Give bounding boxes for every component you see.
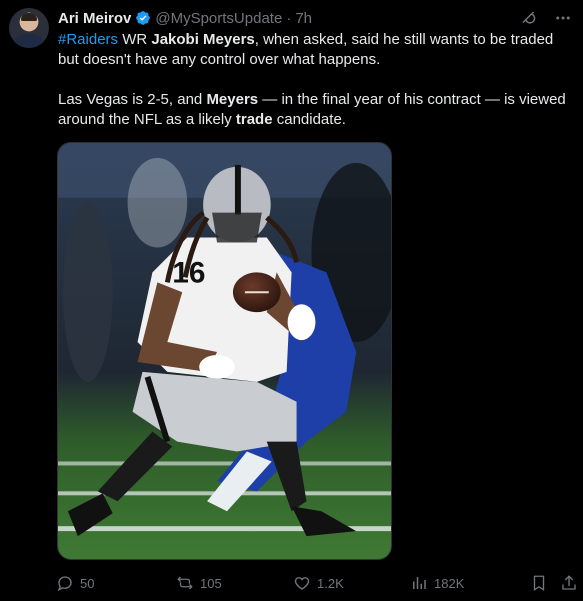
bookmark-icon: [533, 575, 545, 592]
tweet-text: #Raiders WR Jakobi Meyers, when asked, s…: [58, 30, 578, 130]
bold-text: trade: [235, 111, 273, 128]
jersey-number: 16: [172, 256, 205, 289]
tweet-header: Ari Meirov @MySportsUpdate · 7h: [58, 9, 312, 27]
football-photo-illustration: 16: [58, 143, 391, 559]
repost-count: 105: [200, 575, 222, 591]
avatar-suit: [13, 34, 45, 48]
verified-badge-icon: [135, 10, 151, 26]
tweet-actions-bar: 50 105 1.2K 182K: [56, 572, 578, 594]
grok-icon[interactable]: [519, 8, 539, 28]
like-icon: [294, 577, 310, 590]
text-segment: WR: [118, 31, 152, 48]
reply-button[interactable]: 50: [56, 574, 176, 592]
like-count: 1.2K: [317, 575, 344, 591]
reply-count: 50: [80, 575, 95, 591]
bookmark-button[interactable]: [530, 574, 548, 592]
tweet-paragraph-1: #Raiders WR Jakobi Meyers, when asked, s…: [58, 30, 578, 70]
tweet-photo[interactable]: 16: [57, 142, 392, 560]
avatar-hair: [21, 13, 37, 21]
top-right-actions: [519, 8, 573, 28]
tweet-paragraph-2: Las Vegas is 2-5, and Meyers — in the fi…: [58, 90, 578, 130]
reply-icon: [57, 576, 72, 592]
more-icon[interactable]: [553, 8, 573, 28]
text-segment: candidate.: [272, 111, 346, 128]
repost-button[interactable]: 105: [176, 574, 293, 592]
bold-text: Meyers: [206, 91, 259, 108]
repost-icon: [177, 576, 193, 590]
like-button[interactable]: 1.2K: [293, 574, 410, 592]
author-avatar[interactable]: [9, 8, 49, 48]
author-name[interactable]: Ari Meirov: [58, 10, 131, 27]
views-icon: [413, 577, 426, 589]
right-actions: [530, 574, 578, 592]
views-button[interactable]: 182K: [410, 574, 528, 592]
text-segment: Las Vegas is 2-5, and: [58, 91, 207, 108]
share-icon: [562, 575, 576, 590]
share-button[interactable]: [560, 574, 578, 592]
author-handle[interactable]: @MySportsUpdate: [155, 10, 282, 27]
bold-text: Jakobi Meyers: [151, 31, 255, 48]
views-count: 182K: [434, 575, 465, 591]
tweet-time[interactable]: 7h: [295, 10, 312, 27]
hashtag-link[interactable]: #Raiders: [58, 31, 118, 48]
separator-dot: ·: [286, 9, 292, 27]
